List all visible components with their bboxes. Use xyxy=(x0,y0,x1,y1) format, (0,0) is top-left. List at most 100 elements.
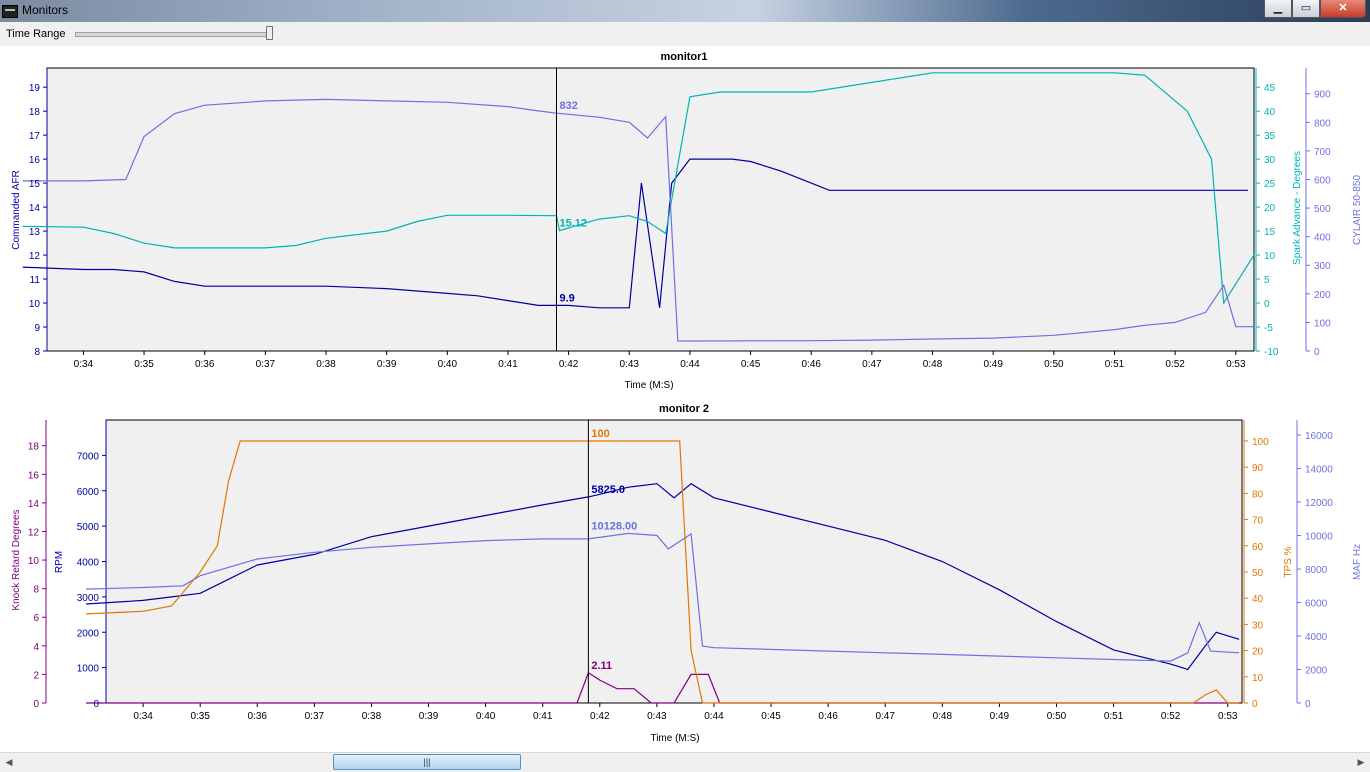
x-tick-label: 0:53 xyxy=(1218,711,1238,722)
cursor-value-spark-advance: 15.12 xyxy=(559,218,587,230)
left-tick-label: 16 xyxy=(29,155,41,166)
x-tick-label: 0:34 xyxy=(133,711,153,722)
left0-tick-label: 8 xyxy=(33,585,39,596)
x-tick-label: 0:45 xyxy=(741,359,761,370)
x-tick-label: 0:52 xyxy=(1165,359,1185,370)
x-tick-label: 0:45 xyxy=(761,711,781,722)
right2-tick-label: 0 xyxy=(1314,347,1320,358)
x-tick-label: 0:42 xyxy=(559,359,579,370)
left-tick-label: 17 xyxy=(29,131,41,142)
x-tick-label: 0:43 xyxy=(620,359,640,370)
x-tick-label: 0:47 xyxy=(875,711,895,722)
x-tick-label: 0:53 xyxy=(1226,359,1246,370)
scroll-thumb[interactable]: ||| xyxy=(333,754,521,770)
right2-tick-label: 14000 xyxy=(1305,465,1333,476)
x-tick-label: 0:38 xyxy=(362,711,382,722)
x-tick-label: 0:51 xyxy=(1105,359,1125,370)
right2-tick-label: 300 xyxy=(1314,261,1331,272)
right1-tick-label: 15 xyxy=(1264,227,1276,238)
right2-tick-label: 8000 xyxy=(1305,565,1328,576)
monitor-charts: monitor1 monitor 2 Time (M:S) Time (M:S)… xyxy=(11,51,1363,744)
right2-tick-label: 800 xyxy=(1314,118,1331,129)
right1-tick-label: -10 xyxy=(1264,347,1279,358)
left0-tick-label: 12 xyxy=(28,527,40,538)
maf-axis-label: MAF Hz xyxy=(1352,544,1363,580)
right2-tick-label: 12000 xyxy=(1305,498,1333,509)
right1-tick-label: 60 xyxy=(1252,542,1264,553)
x-tick-label: 0:50 xyxy=(1044,359,1064,370)
right2-tick-label: 6000 xyxy=(1305,599,1328,610)
left1-tick-label: 5000 xyxy=(77,522,100,533)
x-tick-label: 0:48 xyxy=(923,359,943,370)
left-tick-label: 10 xyxy=(29,299,41,310)
right1-tick-label: 20 xyxy=(1252,647,1264,658)
right1-tick-label: 80 xyxy=(1252,489,1264,500)
tps-axis-label: TPS % xyxy=(1283,546,1294,577)
monitor1-title: monitor1 xyxy=(660,51,707,63)
left1-tick-label: 6000 xyxy=(77,487,100,498)
right1-tick-label: 50 xyxy=(1252,568,1264,579)
monitor2-xlabel: Time (M:S) xyxy=(650,733,699,744)
left1-tick-label: 4000 xyxy=(77,558,100,569)
monitor1-plot-area xyxy=(46,67,1255,352)
right1-tick-label: 10 xyxy=(1264,251,1276,262)
right2-tick-label: 500 xyxy=(1314,204,1331,215)
left-tick-label: 11 xyxy=(30,275,41,286)
right2-tick-label: 10000 xyxy=(1305,532,1333,543)
x-tick-label: 0:41 xyxy=(533,711,553,722)
cylair-axis-label: CYLAIR 50-850 xyxy=(1352,175,1363,245)
x-tick-label: 0:49 xyxy=(983,359,1003,370)
x-tick-label: 0:36 xyxy=(195,359,215,370)
x-tick-label: 0:52 xyxy=(1161,711,1181,722)
right1-tick-label: 30 xyxy=(1264,155,1276,166)
x-tick-label: 0:35 xyxy=(134,359,154,370)
left0-tick-label: 18 xyxy=(28,442,40,453)
left-tick-label: 9 xyxy=(34,323,40,334)
x-tick-label: 0:44 xyxy=(704,711,724,722)
cursor-value-maf: 10128.00 xyxy=(591,520,637,532)
monitor1-plot xyxy=(22,67,1310,355)
spark-axis-label: Spark Advance - Degrees xyxy=(1292,151,1303,265)
monitor2-plot xyxy=(42,419,1301,707)
left1-tick-label: 0 xyxy=(93,699,99,710)
right2-tick-label: 900 xyxy=(1314,90,1331,101)
left-tick-label: 13 xyxy=(29,227,41,238)
left1-tick-label: 2000 xyxy=(77,628,100,639)
right1-tick-label: 20 xyxy=(1264,203,1276,214)
left0-tick-label: 16 xyxy=(28,470,40,481)
left0-tick-label: 4 xyxy=(33,642,39,653)
scroll-left-icon[interactable]: ◀ xyxy=(1,754,17,770)
x-tick-label: 0:42 xyxy=(590,711,610,722)
x-tick-label: 0:34 xyxy=(74,359,94,370)
right1-tick-label: 0 xyxy=(1264,299,1270,310)
monitor1-xlabel: Time (M:S) xyxy=(624,380,673,391)
x-tick-label: 0:38 xyxy=(316,359,336,370)
x-tick-label: 0:44 xyxy=(680,359,700,370)
right1-tick-label: 10 xyxy=(1252,673,1264,684)
x-tick-label: 0:46 xyxy=(818,711,838,722)
x-tick-label: 0:39 xyxy=(377,359,397,370)
left1-tick-label: 7000 xyxy=(77,451,100,462)
right1-tick-label: 0 xyxy=(1252,699,1258,710)
right2-tick-label: 0 xyxy=(1305,699,1311,710)
x-tick-label: 0:39 xyxy=(419,711,439,722)
x-tick-label: 0:37 xyxy=(305,711,325,722)
scroll-right-icon[interactable]: ▶ xyxy=(1353,754,1369,770)
right2-tick-label: 100 xyxy=(1314,318,1331,329)
left0-tick-label: 10 xyxy=(28,556,40,567)
left0-tick-label: 2 xyxy=(33,670,39,681)
x-tick-label: 0:50 xyxy=(1047,711,1067,722)
right2-tick-label: 4000 xyxy=(1305,632,1328,643)
right1-tick-label: 70 xyxy=(1252,516,1264,527)
x-tick-label: 0:46 xyxy=(801,359,821,370)
right2-tick-label: 2000 xyxy=(1305,666,1328,677)
horizontal-scrollbar[interactable]: ◀ ||| ▶ xyxy=(0,752,1370,772)
left-tick-label: 12 xyxy=(29,251,41,262)
x-tick-label: 0:35 xyxy=(190,711,210,722)
right2-tick-label: 700 xyxy=(1314,147,1331,158)
x-tick-label: 0:43 xyxy=(647,711,667,722)
x-tick-label: 0:37 xyxy=(256,359,276,370)
cursor-value-tps: 100 xyxy=(591,428,609,440)
right1-tick-label: -5 xyxy=(1264,323,1273,334)
right2-tick-label: 400 xyxy=(1314,233,1331,244)
